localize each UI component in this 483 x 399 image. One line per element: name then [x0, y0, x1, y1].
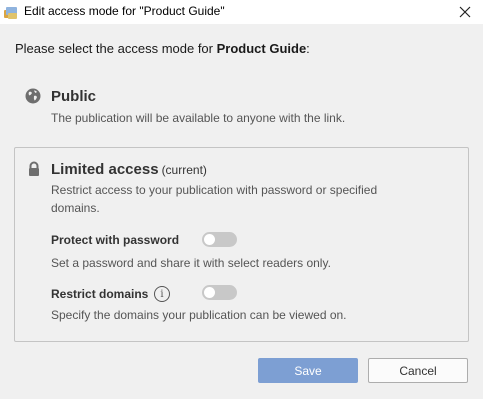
publication-name: Product Guide	[216, 41, 307, 56]
prompt-text: Please select the access mode for	[15, 41, 217, 56]
info-icon[interactable]: i	[154, 286, 170, 302]
limited-access-title-text: Limited access	[51, 161, 159, 178]
limited-access-description-line2: domains.	[51, 201, 100, 215]
protect-with-password-label: Protect with password	[51, 233, 180, 247]
app-icon	[3, 4, 19, 20]
window-title: Edit access mode for "Product Guide"	[24, 4, 225, 18]
public-title: Public	[51, 88, 97, 105]
toggle-knob	[204, 287, 215, 298]
save-button[interactable]: Save	[258, 358, 358, 383]
current-tag: (current)	[161, 163, 207, 177]
protect-with-password-description: Set a password and share it with select …	[51, 256, 331, 270]
close-button[interactable]	[455, 2, 475, 22]
restrict-domains-label: Restrict domains	[51, 287, 149, 301]
title-bar: Edit access mode for "Product Guide"	[0, 0, 483, 24]
limited-access-description: Restrict access to your publication with…	[51, 181, 451, 217]
globe-icon	[25, 88, 41, 104]
public-option[interactable]: Public The publication will be available…	[0, 80, 483, 130]
lock-icon	[26, 161, 42, 177]
protect-with-password-toggle[interactable]	[202, 232, 237, 247]
restrict-domains-description: Specify the domains your publication can…	[51, 308, 347, 322]
toggle-knob	[204, 234, 215, 245]
limited-access-description-line1: Restrict access to your publication with…	[51, 183, 378, 197]
restrict-domains-toggle[interactable]	[202, 285, 237, 300]
access-mode-prompt: Please select the access mode for Produc…	[15, 41, 310, 56]
limited-access-option[interactable]: Limited access (current) Restrict access …	[14, 147, 469, 342]
cancel-button[interactable]: Cancel	[368, 358, 468, 383]
public-description: The publication will be available to any…	[51, 111, 346, 125]
close-icon	[459, 6, 471, 18]
limited-access-title: Limited access (current)	[51, 161, 207, 178]
prompt-suffix: :	[306, 41, 310, 56]
